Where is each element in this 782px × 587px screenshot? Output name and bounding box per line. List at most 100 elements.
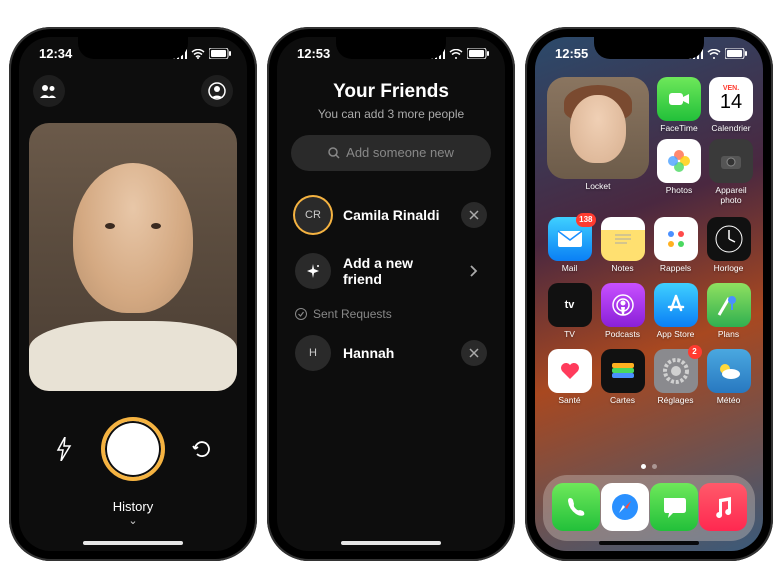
app-safari[interactable] [601,483,649,533]
app-icon [601,483,649,531]
app-icon [654,283,698,327]
search-icon [328,147,340,159]
app-label: Mail [545,263,594,273]
app-messages[interactable] [650,483,698,533]
app-Santé[interactable]: Santé [545,349,594,405]
app-label: Appareil photo [709,185,753,205]
app-icon [709,139,753,183]
calendar-date: 14 [720,92,742,112]
app-icon: 2 [654,349,698,393]
status-time: 12:53 [297,46,330,61]
app-label: App Store [651,329,700,339]
person-face [73,163,193,313]
page-dots[interactable] [641,464,657,469]
app-label: Météo [704,395,753,405]
app-Notes[interactable]: Notes [598,217,647,273]
widget-label: Locket [547,181,649,191]
app-icon [601,217,645,261]
app-label: Horloge [704,263,753,273]
app-icon [707,217,751,261]
app-label: Réglages [651,395,700,405]
app-icon: 138 [548,217,592,261]
home-indicator[interactable] [83,541,183,545]
app-FaceTime[interactable]: FaceTime [657,77,701,133]
app-label: TV [545,329,594,339]
avatar: CR [295,197,331,233]
app-icon [650,483,698,531]
cancel-request-button[interactable] [461,340,487,366]
badge: 2 [688,345,702,359]
app-Cartes[interactable]: Cartes [598,349,647,405]
app-label: Plans [704,329,753,339]
remove-friend-button[interactable] [461,202,487,228]
notch [594,37,704,59]
profile-button[interactable] [201,75,233,107]
badge: 138 [576,213,595,227]
app-icon [707,283,751,327]
status-time: 12:55 [555,46,588,61]
phone-locket-camera: 12:34 [9,27,257,561]
sent-requests-header: Sent Requests [277,299,505,325]
app-icon [654,217,698,261]
add-friend-label: Add a new friend [343,255,449,287]
request-name: Hannah [343,345,449,361]
app-Rappels[interactable]: Rappels [651,217,700,273]
app-icon [601,349,645,393]
app-Calendrier[interactable]: VEN.14 Calendrier [709,77,753,133]
wifi-icon [707,49,721,59]
history-button[interactable]: History ⌄ [19,499,247,527]
request-row[interactable]: H Hannah [277,325,505,381]
phone-locket-friends: 12:53 Your Friends You can add 3 more pe… [267,27,515,561]
home-indicator[interactable] [341,541,441,545]
app-icon [601,283,645,327]
close-icon [469,210,479,220]
bolt-icon [55,437,73,461]
search-placeholder: Add someone new [346,145,454,160]
app-icon [657,77,701,121]
app-TV[interactable]: tv TV [545,283,594,339]
flip-camera-button[interactable] [187,434,217,464]
people-icon [40,84,58,98]
app-icon: tv [548,283,592,327]
battery-icon [209,48,231,59]
app-label: Calendrier [709,123,753,133]
app-label: Cartes [598,395,647,405]
flash-button[interactable] [49,434,79,464]
app-Appareil photo[interactable]: Appareil photo [709,139,753,205]
person-icon [208,82,226,100]
app-icon [548,349,592,393]
close-icon [469,348,479,358]
rotate-icon [191,438,213,460]
wifi-icon [191,49,205,59]
add-friend-row[interactable]: Add a new friend [277,243,505,299]
check-icon [295,308,307,320]
camera-viewfinder[interactable] [29,123,237,391]
app-label: Notes [598,263,647,273]
app-Réglages[interactable]: 2 Réglages [651,349,700,405]
app-icon [657,139,701,183]
locket-widget[interactable] [547,77,649,179]
app-phone[interactable] [552,483,600,533]
page-subtitle: You can add 3 more people [277,107,505,121]
chevron-down-icon: ⌄ [19,514,247,527]
battery-icon [467,48,489,59]
battery-icon [725,48,747,59]
app-music[interactable] [699,483,747,533]
friends-button[interactable] [33,75,65,107]
friend-name: Camila Rinaldi [343,207,449,223]
app-App Store[interactable]: App Store [651,283,700,339]
app-Mail[interactable]: 138 Mail [545,217,594,273]
search-input[interactable]: Add someone new [291,135,491,171]
phone-ios-home: 12:55 Locket FaceTimeVEN.14 Calendrier Pho… [525,27,773,561]
app-Podcasts[interactable]: Podcasts [598,283,647,339]
app-Plans[interactable]: Plans [704,283,753,339]
chevron-right-icon [461,258,487,284]
friend-row[interactable]: CR Camila Rinaldi [277,187,505,243]
app-Photos[interactable]: Photos [657,139,701,205]
shutter-button[interactable] [101,417,165,481]
home-indicator[interactable] [599,541,699,545]
app-Météo[interactable]: Météo [704,349,753,405]
app-icon: VEN.14 [709,77,753,121]
dock [543,475,755,541]
app-Horloge[interactable]: Horloge [704,217,753,273]
